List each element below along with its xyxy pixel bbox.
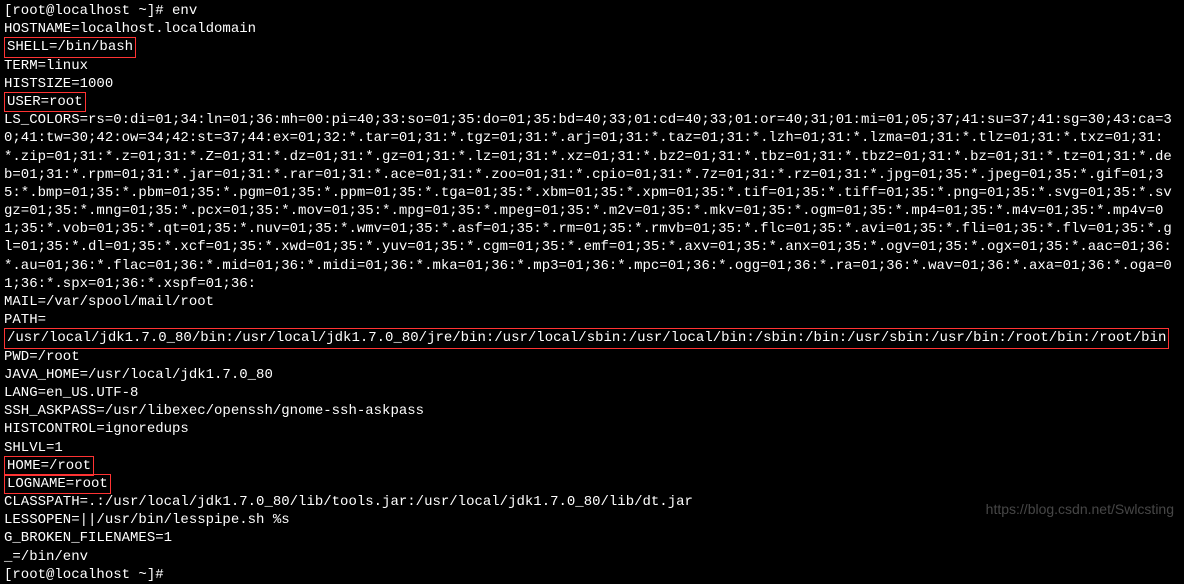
env-user-wrapper: USER=root [4, 93, 1180, 111]
env-mail: MAIL=/var/spool/mail/root [4, 293, 1180, 311]
env-path-highlighted: /usr/local/jdk1.7.0_80/bin:/usr/local/jd… [4, 328, 1169, 348]
watermark-text: https://blog.csdn.net/Swlcsting [986, 500, 1174, 518]
env-javahome: JAVA_HOME=/usr/local/jdk1.7.0_80 [4, 366, 1180, 384]
env-lscolors: LS_COLORS=rs=0:di=01;34:ln=01;36:mh=00:p… [4, 111, 1180, 293]
env-histsize: HISTSIZE=1000 [4, 75, 1180, 93]
env-term: TERM=linux [4, 57, 1180, 75]
env-sshaskpass: SSH_ASKPASS=/usr/libexec/openssh/gnome-s… [4, 402, 1180, 420]
env-histcontrol: HISTCONTROL=ignoredups [4, 420, 1180, 438]
env-path-key: PATH= [4, 312, 46, 328]
env-path-wrapper: PATH=/usr/local/jdk1.7.0_80/bin:/usr/loc… [4, 311, 1180, 347]
env-pwd: PWD=/root [4, 348, 1180, 366]
env-home-highlighted: HOME=/root [4, 456, 94, 476]
env-lang: LANG=en_US.UTF-8 [4, 384, 1180, 402]
env-logname-wrapper: LOGNAME=root [4, 475, 1180, 493]
env-shell-highlighted: SHELL=/bin/bash [4, 37, 136, 57]
prompt-empty-line[interactable]: [root@localhost ~]# [4, 566, 1180, 584]
env-gbroken: G_BROKEN_FILENAMES=1 [4, 529, 1180, 547]
env-underscore: _=/bin/env [4, 548, 1180, 566]
env-shlvl: SHLVL=1 [4, 439, 1180, 457]
env-home-wrapper: HOME=/root [4, 457, 1180, 475]
env-user-highlighted: USER=root [4, 92, 86, 112]
env-shell-wrapper: SHELL=/bin/bash [4, 38, 1180, 56]
env-logname-highlighted: LOGNAME=root [4, 474, 111, 494]
env-hostname: HOSTNAME=localhost.localdomain [4, 20, 1180, 38]
prompt-command-line: [root@localhost ~]# env [4, 2, 1180, 20]
